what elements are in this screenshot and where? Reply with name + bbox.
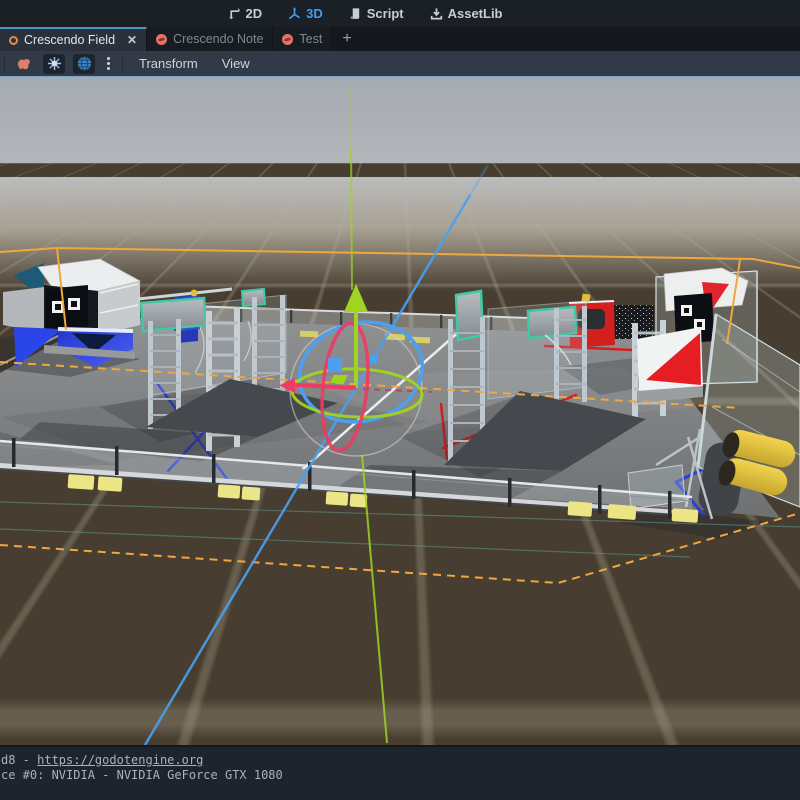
gizmo-plane-handle-blue[interactable] [328, 358, 342, 372]
close-tab-icon[interactable]: ✕ [127, 33, 137, 47]
view-menu[interactable]: View [214, 56, 258, 71]
node-3d-icon [156, 34, 167, 45]
scene-ring-icon [9, 36, 18, 45]
node-3d-icon [282, 34, 293, 45]
viewport-toolbar: Transform View [0, 51, 800, 77]
gizmo-overlay [0, 77, 800, 745]
tab-label: Crescendo Note [173, 32, 263, 46]
tab-test[interactable]: Test [273, 27, 332, 51]
tab-label: Crescendo Field [24, 33, 115, 47]
preview-sunlight-button[interactable] [43, 54, 65, 74]
tab-label: Test [299, 32, 322, 46]
environment-globe-icon [77, 56, 92, 71]
axis-lines [145, 85, 488, 745]
context-label-assetlib: AssetLib [448, 6, 503, 21]
context-label-script: Script [367, 6, 404, 21]
sun-icon [47, 56, 62, 71]
console-line-2: ce #0: NVIDIA - NVIDIA GeForce GTX 1080 [1, 768, 798, 783]
output-console: d8 - https://godotengine.org ce #0: NVID… [0, 745, 800, 800]
script-icon [349, 7, 362, 20]
transform-menu[interactable]: Transform [131, 56, 206, 71]
console-line-1: d8 - https://godotengine.org [1, 753, 798, 768]
gizmo-rings[interactable] [289, 309, 433, 456]
screen-3d-icon [288, 7, 301, 20]
gizmo-plane-handle-green[interactable] [330, 375, 348, 383]
context-button-3d[interactable]: 3D [288, 6, 323, 21]
viewport-3d[interactable] [0, 77, 800, 745]
context-label-2d: 2D [246, 6, 263, 21]
assetlib-download-icon [430, 7, 443, 20]
viewport-options-menu[interactable] [103, 57, 114, 70]
tab-crescendo-field[interactable]: Crescendo Field ✕ [0, 27, 147, 51]
scene-tab-bar: Crescendo Field ✕ Crescendo Note Test + [0, 27, 800, 51]
context-button-script[interactable]: Script [349, 6, 404, 21]
tab-crescendo-note[interactable]: Crescendo Note [147, 27, 273, 51]
preview-environment-button[interactable] [73, 54, 95, 74]
separator [4, 56, 5, 72]
ruler-tool-icon[interactable] [13, 54, 35, 74]
selection-bounding-box [0, 248, 800, 583]
context-label-3d: 3D [306, 6, 323, 21]
gizmo-z-handle[interactable] [370, 355, 379, 364]
context-button-assetlib[interactable]: AssetLib [430, 6, 503, 21]
editor-context-bar: 2D 3D Script AssetLib [0, 0, 800, 27]
engine-url: https://godotengine.org [37, 753, 203, 767]
context-button-2d[interactable]: 2D [228, 6, 263, 21]
screen-2d-icon [228, 7, 241, 20]
add-scene-tab-button[interactable]: + [332, 27, 361, 51]
separator [122, 56, 123, 72]
